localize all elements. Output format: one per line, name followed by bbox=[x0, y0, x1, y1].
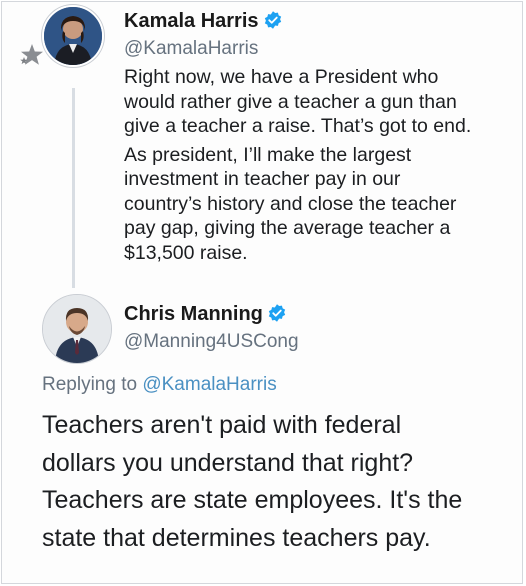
replying-to-mention-link[interactable]: @KamalaHarris bbox=[142, 374, 276, 395]
reply-author-handle[interactable]: @Manning4USCong bbox=[124, 331, 299, 353]
original-author-name[interactable]: Kamala Harris bbox=[124, 10, 283, 33]
kamala-harris-avatar[interactable] bbox=[42, 5, 104, 67]
original-tweet-paragraph-2: As president, I’ll make the largest inve… bbox=[124, 143, 457, 264]
tweet-screenshot-frame: Kamala Harris @KamalaHarris Right now, w… bbox=[1, 1, 523, 584]
thread-connector-line bbox=[72, 88, 75, 288]
original-author-handle[interactable]: @KamalaHarris bbox=[124, 38, 258, 60]
verified-badge-icon bbox=[264, 11, 281, 29]
replying-to-prefix: Replying to bbox=[42, 374, 143, 395]
original-tweet-paragraph-1: Right now, we have a President who would… bbox=[124, 66, 472, 137]
chris-manning-avatar[interactable] bbox=[42, 294, 112, 364]
original-author-name-text[interactable]: Kamala Harris bbox=[124, 10, 259, 32]
reply-author-name[interactable]: Chris Manning bbox=[124, 303, 287, 326]
reply-tweet-text: Teachers aren't paid with federal dollar… bbox=[42, 411, 463, 552]
original-tweet-text: Right now, we have a President who would… bbox=[124, 65, 519, 265]
replying-to-line: Replying to @KamalaHarris bbox=[42, 374, 277, 396]
reply-author-name-text[interactable]: Chris Manning bbox=[124, 303, 263, 325]
stars-badge-icon bbox=[20, 44, 43, 65]
verified-badge-icon bbox=[268, 304, 286, 322]
